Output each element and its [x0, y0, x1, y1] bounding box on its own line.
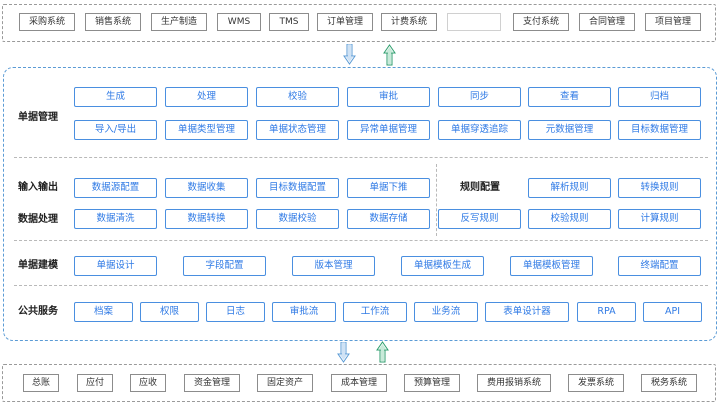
service-permission[interactable]: 权限: [140, 302, 199, 322]
upstream-system-sales: 销售系统: [85, 13, 141, 31]
function-process[interactable]: 处理: [165, 87, 248, 107]
service-archive[interactable]: 档案: [74, 302, 133, 322]
function-validation-rules[interactable]: 校验规则: [528, 209, 611, 229]
service-form-designer[interactable]: 表单设计器: [485, 302, 569, 322]
upstream-system-tms: TMS: [269, 13, 309, 31]
section-title-public-services: 公共服务: [18, 306, 58, 317]
section-divider: [14, 157, 708, 158]
service-business-flow[interactable]: 业务流: [414, 302, 478, 322]
upstream-system-contract: 合同管理: [579, 13, 635, 31]
arrow-down-icon: [343, 44, 356, 65]
section-title-rule-config: 规则配置: [460, 182, 500, 193]
section-title-io: 输入输出: [18, 182, 58, 193]
function-writeback-rules[interactable]: 反写规则: [438, 209, 521, 229]
function-archive[interactable]: 归档: [618, 87, 701, 107]
function-data-collect[interactable]: 数据收集: [165, 178, 248, 198]
downstream-system-payable: 应付: [77, 374, 113, 392]
upstream-system-manufacturing: 生产制造: [151, 13, 207, 31]
function-data-transform[interactable]: 数据转换: [165, 209, 248, 229]
function-datasource-config[interactable]: 数据源配置: [74, 178, 157, 198]
service-rpa[interactable]: RPA: [577, 302, 636, 322]
arrow-up-icon: [376, 341, 389, 363]
service-workflow[interactable]: 工作流: [343, 302, 407, 322]
function-data-cleaning[interactable]: 数据清洗: [74, 209, 157, 229]
function-template-generate[interactable]: 单据模板生成: [401, 256, 484, 276]
function-doc-type-mgmt[interactable]: 单据类型管理: [165, 120, 248, 140]
arrow-down-icon: [337, 342, 350, 363]
function-generate[interactable]: 生成: [74, 87, 157, 107]
upstream-system-blank: [447, 13, 501, 31]
function-data-validation[interactable]: 数据校验: [256, 209, 339, 229]
function-doc-trace[interactable]: 单据穿透追踪: [438, 120, 521, 140]
downstream-system-cost: 成本管理: [331, 374, 387, 392]
function-target-data-config[interactable]: 目标数据配置: [256, 178, 339, 198]
function-sync[interactable]: 同步: [438, 87, 521, 107]
function-version-mgmt[interactable]: 版本管理: [292, 256, 375, 276]
function-metadata-mgmt[interactable]: 元数据管理: [528, 120, 611, 140]
function-doc-status-mgmt[interactable]: 单据状态管理: [256, 120, 339, 140]
function-data-storage[interactable]: 数据存储: [347, 209, 430, 229]
service-api[interactable]: API: [643, 302, 702, 322]
downstream-system-fund: 资金管理: [184, 374, 240, 392]
function-template-mgmt[interactable]: 单据模板管理: [510, 256, 593, 276]
function-convert-rules[interactable]: 转换规则: [618, 178, 701, 198]
service-log[interactable]: 日志: [206, 302, 265, 322]
section-title-document-modeling: 单据建模: [18, 260, 58, 271]
upstream-system-billing: 计费系统: [381, 13, 437, 31]
function-parse-rules[interactable]: 解析规则: [528, 178, 611, 198]
function-field-config[interactable]: 字段配置: [183, 256, 266, 276]
function-verify[interactable]: 校验: [256, 87, 339, 107]
arrow-up-icon: [383, 44, 396, 66]
section-divider: [14, 285, 708, 286]
function-calculation-rules[interactable]: 计算规则: [618, 209, 701, 229]
downstream-system-budget: 预算管理: [404, 374, 460, 392]
service-approval-flow[interactable]: 审批流: [272, 302, 336, 322]
function-view[interactable]: 查看: [528, 87, 611, 107]
function-terminal-config[interactable]: 终端配置: [618, 256, 701, 276]
downstream-system-expense: 费用报销系统: [477, 374, 551, 392]
section-divider: [14, 240, 708, 241]
downstream-system-invoice: 发票系统: [568, 374, 624, 392]
upstream-systems-band: 采购系统 销售系统 生产制造 WMS TMS 订单管理 计费系统 支付系统 合同…: [2, 4, 716, 42]
function-exception-doc-mgmt[interactable]: 异常单据管理: [347, 120, 430, 140]
upstream-system-order: 订单管理: [317, 13, 373, 31]
function-doc-design[interactable]: 单据设计: [74, 256, 157, 276]
downstream-system-tax: 税务系统: [641, 374, 697, 392]
function-approve[interactable]: 审批: [347, 87, 430, 107]
upstream-system-purchase: 采购系统: [19, 13, 75, 31]
downstream-system-general-ledger: 总账: [23, 374, 59, 392]
downstream-systems-band: 总账 应付 应收 资金管理 固定资产 成本管理 预算管理 费用报销系统 发票系统…: [2, 364, 716, 402]
section-title-document-management: 单据管理: [18, 112, 58, 123]
function-target-data-mgmt[interactable]: 目标数据管理: [618, 120, 701, 140]
document-platform: 单据管理 生成 处理 校验 审批 同步 查看 归档 导入/导出 单据类型管理 单…: [3, 67, 717, 341]
section-title-data-processing: 数据处理: [18, 214, 58, 225]
upstream-system-payment: 支付系统: [513, 13, 569, 31]
upstream-system-wms: WMS: [217, 13, 261, 31]
function-doc-push-down[interactable]: 单据下推: [347, 178, 430, 198]
section-vertical-divider: [436, 164, 437, 236]
upstream-system-project: 项目管理: [645, 13, 701, 31]
downstream-system-receivable: 应收: [130, 374, 166, 392]
downstream-system-fixed-assets: 固定资产: [257, 374, 313, 392]
function-import-export[interactable]: 导入/导出: [74, 120, 157, 140]
